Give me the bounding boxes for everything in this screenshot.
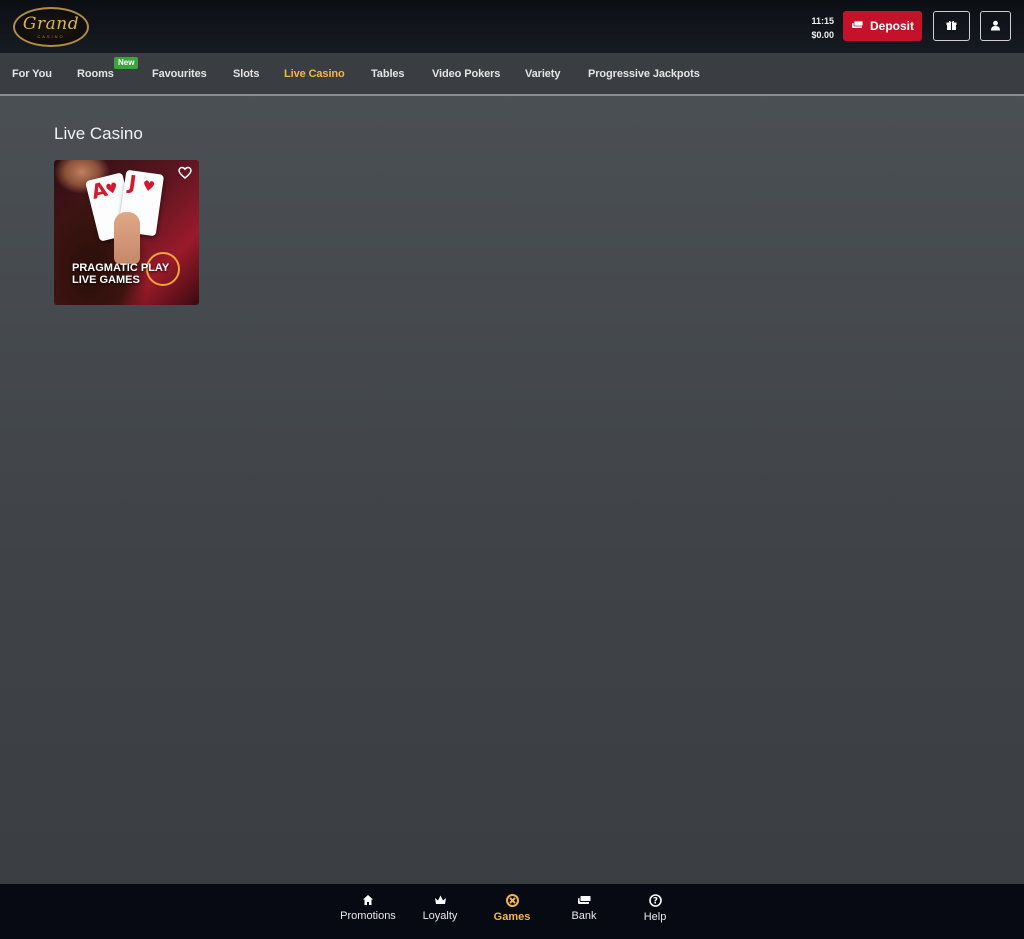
nav-tab-live-casino[interactable]: Live Casino: [284, 68, 345, 80]
section-title: Live Casino: [54, 124, 143, 143]
logo-text: Grand: [22, 13, 80, 34]
game-tile-pragmatic-live[interactable]: A ♥ J ♥ PRAGMATIC PLAY LIVE GAMES: [54, 160, 199, 305]
home-icon: [363, 895, 373, 905]
grand-casino-logo[interactable]: Grand CASINO: [13, 7, 89, 47]
svg-text:?: ?: [653, 897, 658, 907]
heart-icon[interactable]: [178, 166, 192, 180]
account-button[interactable]: [980, 11, 1011, 41]
nav-tab-progressive-jackpots[interactable]: Progressive Jackpots: [588, 68, 700, 80]
nav-tab-for-you[interactable]: For You: [12, 68, 52, 80]
crown-icon: [434, 895, 446, 904]
nav-tab-variety[interactable]: Variety: [525, 68, 560, 80]
nav-tab-rooms[interactable]: Rooms: [77, 68, 114, 80]
money-icon: [577, 895, 591, 904]
brand-line2: LIVE GAMES: [72, 274, 140, 286]
nav-tab-favourites[interactable]: Favourites: [152, 68, 207, 80]
bottom-nav-label: Bank: [571, 910, 597, 922]
time-balance: 11:15 $0.00: [800, 14, 834, 42]
help-icon: ?: [648, 894, 662, 907]
deposit-button[interactable]: Deposit: [843, 11, 922, 41]
bottom-nav-bank[interactable]: Bank: [549, 894, 619, 922]
nav-tab-tables[interactable]: Tables: [371, 68, 405, 80]
bottom-nav-label: Loyalty: [422, 910, 458, 922]
brand-play: PLAY: [140, 262, 170, 274]
bottom-nav: Promotions Loyalty Games Bank ? Help: [0, 884, 1024, 939]
chip-icon: [505, 894, 519, 907]
gift-button[interactable]: [933, 11, 970, 41]
top-header: Grand CASINO 11:15 $0.00 Deposit: [0, 0, 1024, 53]
user-icon: [990, 19, 1001, 34]
balance-amount: $0.00: [811, 30, 834, 40]
gift-icon: [946, 19, 957, 34]
bottom-nav-label: Promotions: [340, 910, 396, 922]
deposit-label: Deposit: [869, 19, 914, 33]
bottom-nav-promotions[interactable]: Promotions: [333, 894, 403, 922]
clock-time: 11:15: [811, 16, 834, 26]
logo-subtext: CASINO: [37, 33, 65, 39]
bottom-nav-loyalty[interactable]: Loyalty: [405, 894, 475, 922]
brand-line1: PRAGMATIC: [72, 262, 138, 274]
new-badge: New: [114, 57, 139, 69]
money-icon: [851, 19, 864, 33]
bottom-nav-label: Help: [643, 911, 667, 923]
game-provider-label: PRAGMATIC PLAY LIVE GAMES: [72, 262, 169, 286]
nav-tab-video-pokers[interactable]: Video Pokers: [432, 68, 500, 80]
hand-image: [114, 212, 140, 264]
bottom-nav-label: Games: [493, 911, 531, 923]
nav-tab-slots[interactable]: Slots: [233, 68, 260, 80]
bottom-nav-games[interactable]: Games: [477, 894, 547, 923]
bottom-nav-help[interactable]: ? Help: [620, 894, 690, 923]
